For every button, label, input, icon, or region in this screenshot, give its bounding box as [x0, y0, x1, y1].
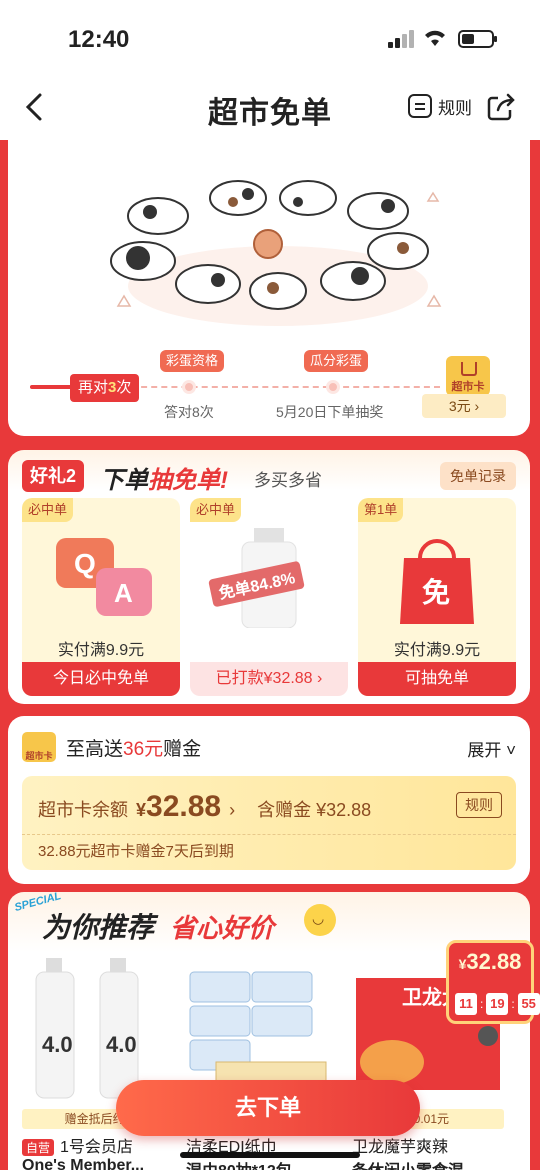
reward-market-card[interactable]: 超市卡 3元 ›	[422, 356, 522, 420]
recommend-subtitle: 省心好价	[170, 913, 275, 943]
floating-balance-timer[interactable]: ¥32.88 11: 19: 55	[446, 940, 540, 1024]
step-dot	[326, 380, 340, 394]
status-time: 12:40	[68, 26, 130, 53]
battery-icon	[458, 30, 497, 48]
deal-condition: 实付满9.9元	[393, 642, 481, 659]
product-name-line2: 湿巾80抽*12包...	[186, 1157, 338, 1170]
market-card-balance-section: 超市卡 至高送36元赠金 展开 ˅ 超市卡余额 ¥32.88 › 含赠金 ¥32…	[8, 716, 530, 884]
free-order-record-button[interactable]: 免单记录	[440, 462, 516, 490]
svg-text:免: 免	[422, 576, 450, 609]
chevron-right-icon: ›	[229, 800, 236, 820]
svg-text:4.0: 4.0	[42, 1032, 73, 1057]
home-indicator	[180, 1152, 360, 1158]
rules-icon	[408, 94, 432, 118]
countdown-seconds: 55	[517, 993, 540, 1015]
product-card[interactable]: 4.0 4.0 赠金抵后约¥ 自营 1号会员店 One's Member...	[22, 952, 174, 1170]
progress-current: 再对3次	[70, 374, 140, 402]
deal-tag: 第1单	[358, 498, 404, 522]
step-tag-split-egg: 瓜分彩蛋	[304, 350, 369, 372]
free-bag-icon: 免	[400, 539, 474, 624]
status-bar: 12:40	[0, 0, 540, 70]
svg-text:A: A	[114, 578, 133, 608]
deal-cta[interactable]: 已打款¥32.88 ›	[190, 662, 348, 696]
deal-condition: 实付满9.9元	[57, 642, 145, 659]
gift2-card: 好礼2 下单抽免单! 多买多省 免单记录 必中单 Q A 实付满9.9元 今日必…	[8, 450, 530, 704]
countdown-hours: 11	[455, 993, 477, 1015]
countdown: 11: 19: 55	[455, 993, 540, 1015]
deal-card-lottery[interactable]: 第1单 免 实付满9.9元 可抽免单	[358, 498, 516, 696]
deal-tag: 必中单	[190, 498, 242, 522]
place-order-button[interactable]: 去下单	[116, 1080, 420, 1136]
product-name: 自营 1号会员店	[22, 1133, 174, 1157]
step-label: 答对8次	[164, 404, 214, 420]
self-operated-tag: 自营	[22, 1139, 55, 1156]
deal-tag: 必中单	[22, 498, 74, 522]
cows-illustration	[110, 180, 442, 326]
expiry-note: 32.88元超市卡赠金7天后到期	[22, 834, 516, 870]
reward-amount: 3元 ›	[422, 394, 506, 418]
svg-text:4.0: 4.0	[106, 1032, 137, 1057]
bonus-header: 超市卡 至高送36元赠金	[22, 732, 201, 762]
balance-panel[interactable]: 超市卡余额 ¥32.88 › 含赠金 ¥32.88 规则 32.88元超市卡赠金…	[22, 776, 516, 870]
deal-card-guaranteed[interactable]: 必中单 Q A 实付满9.9元 今日必中免单	[22, 498, 180, 696]
recommend-title: 为你推荐	[42, 912, 155, 943]
gift-title: 下单抽免单!	[100, 467, 228, 494]
deal-cta[interactable]: 可抽免单	[358, 662, 516, 696]
smile-icon	[304, 904, 336, 936]
balance-label: 超市卡余额	[38, 800, 128, 820]
deal-card-paid[interactable]: 必中单 免单84.8% 已打款¥32.88 ›	[190, 498, 348, 696]
balance-row: 超市卡余额 ¥32.88 › 含赠金 ¥32.88	[38, 790, 371, 824]
market-card-icon: 超市卡	[446, 356, 490, 396]
product-name-line2: 条休闲小零食混...	[352, 1157, 504, 1170]
signal-icon	[388, 30, 414, 48]
bonus-text: 至高送36元赠金	[66, 738, 202, 760]
balance-rules-button[interactable]: 规则	[456, 792, 502, 818]
market-card-icon: 超市卡	[22, 732, 56, 762]
header-area: 12:40 超市免单 规则	[0, 0, 540, 140]
quiz-progress-card: 再对3次 彩蛋资格 答对8次 瓜分彩蛋 5月20日下单抽奖 超市卡 3元 ›	[8, 136, 530, 436]
wifi-icon	[425, 30, 445, 46]
share-icon[interactable]	[486, 92, 516, 122]
rules-button[interactable]: 规则	[408, 92, 472, 120]
balance-amount: ¥32.88	[136, 790, 222, 823]
product-name-line2: One's Member...	[22, 1157, 145, 1170]
rules-label: 规则	[438, 98, 472, 118]
floating-amount: ¥32.88	[458, 949, 522, 974]
gift-subtitle: 多买多省	[254, 471, 322, 490]
product-card[interactable]: 洁柔EDI纸巾 湿巾80抽*12包...	[186, 952, 338, 1170]
deal-cta[interactable]: 今日必中免单	[22, 662, 180, 696]
step-dot	[182, 380, 196, 394]
qa-icon: Q A	[56, 538, 152, 616]
step-tag-egg-qualification: 彩蛋资格	[160, 350, 225, 372]
gift-badge: 好礼2	[22, 460, 85, 492]
expand-button[interactable]: 展开 ˅	[467, 736, 516, 761]
step-label: 5月20日下单抽奖	[276, 404, 384, 420]
product-name: 卫龙魔芋爽辣	[352, 1139, 449, 1156]
countdown-minutes: 19	[486, 993, 509, 1015]
gift-amount: 含赠金 ¥32.88	[257, 800, 372, 820]
svg-text:Q: Q	[74, 548, 96, 579]
nav-bar: 超市免单 规则	[0, 72, 540, 140]
